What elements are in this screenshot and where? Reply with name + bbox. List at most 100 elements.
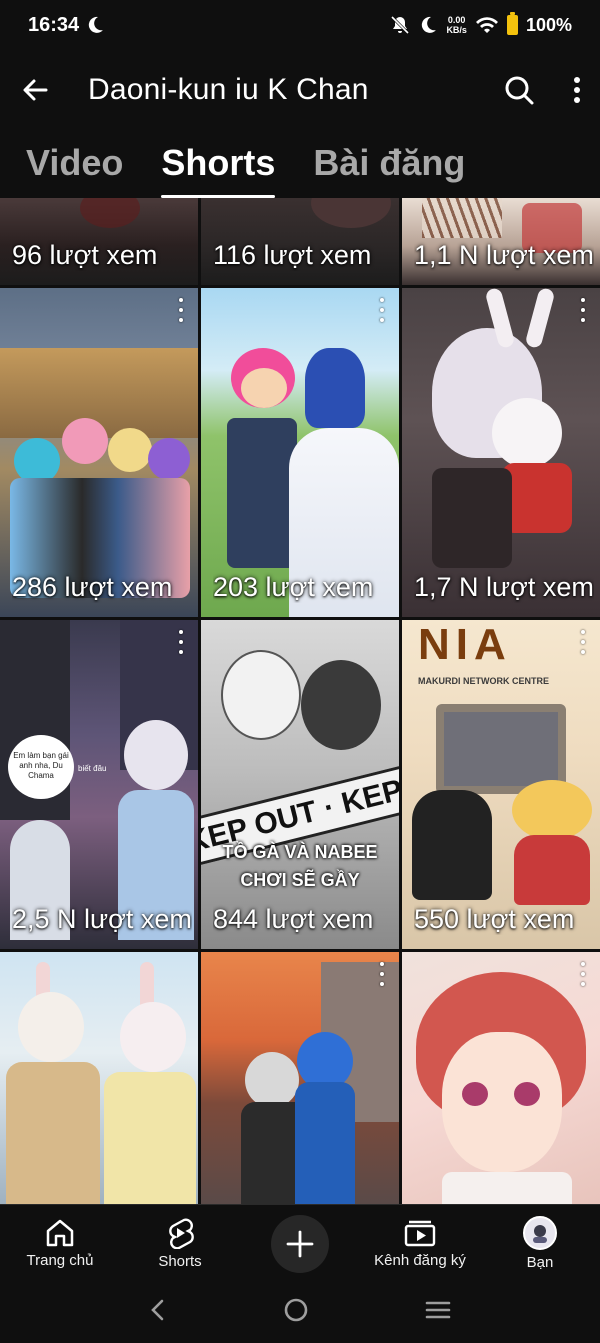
short-more-button[interactable] <box>178 630 184 654</box>
view-count: 203 lượt xem <box>213 572 374 602</box>
thumbnail-art <box>492 398 562 468</box>
more-vert-icon <box>574 77 580 103</box>
thumbnail-art <box>108 428 152 472</box>
network-speed: 0.00 KB/s <box>446 15 467 35</box>
nav-shorts[interactable]: Shorts <box>120 1205 240 1282</box>
view-count: 550 lượt xem <box>414 904 575 934</box>
home-icon <box>46 1219 74 1247</box>
tab-posts[interactable]: Bài đăng <box>313 130 465 198</box>
thumbnail-art <box>462 1082 488 1106</box>
thumbnail-art <box>221 650 301 740</box>
status-right: 0.00 KB/s 100% <box>390 12 572 36</box>
short-more-button[interactable] <box>178 298 184 322</box>
header-actions <box>502 73 582 107</box>
nav-you[interactable]: Bạn <box>480 1205 600 1282</box>
shorts-grid: 96 lượt xem 116 lượt xem 1,1 N lượt xem … <box>0 198 600 1204</box>
status-bar: 16:34 0.00 KB/s 100% <box>0 0 600 50</box>
moon-icon <box>88 16 104 33</box>
thumbnail-art <box>124 720 188 790</box>
thumbnail-art <box>295 1082 355 1204</box>
thumbnail-art <box>514 835 590 905</box>
subscriptions-icon <box>404 1220 436 1247</box>
shorts-icon <box>169 1218 194 1249</box>
search-icon <box>505 76 534 105</box>
avatar <box>523 1216 557 1250</box>
channel-title: Daoni-kun iu K Chan <box>88 73 369 106</box>
nav-home[interactable]: Trang chủ <box>0 1205 120 1282</box>
short-thumbnail[interactable]: 1,1 N lượt xem <box>402 198 600 285</box>
short-more-button[interactable] <box>379 298 385 322</box>
overlay-caption: CHƠI SẼ GẦY <box>240 870 360 890</box>
app-header: Daoni-kun iu K Chan <box>0 55 600 125</box>
system-recents-button[interactable] <box>424 1298 452 1327</box>
thumbnail-art <box>241 368 287 408</box>
plus-icon <box>286 1230 314 1257</box>
thumbnail-art <box>18 992 84 1062</box>
nav-subscriptions-label: Kênh đăng ký <box>374 1252 466 1269</box>
nav-you-label: Bạn <box>526 1254 554 1271</box>
short-thumbnail[interactable]: Em làm bạn gái anh nha, Du Chama biết đâ… <box>0 620 198 949</box>
channel-tabs: Video Shorts Bài đăng <box>0 130 600 200</box>
short-more-button[interactable] <box>580 630 586 654</box>
short-thumbnail[interactable]: NIA MAKURDI NETWORK CENTRE 550 lượt xem <box>402 620 600 949</box>
short-thumbnail[interactable] <box>201 952 399 1204</box>
battery-icon <box>506 12 518 35</box>
thumbnail-art <box>502 463 572 533</box>
thumbnail-art <box>524 288 556 350</box>
overlay-text: biết đâu <box>78 764 107 773</box>
circle-home-icon <box>284 1298 308 1322</box>
more-options-button[interactable] <box>572 75 582 105</box>
system-back-button[interactable] <box>148 1298 168 1327</box>
tab-video[interactable]: Video <box>26 130 123 198</box>
view-count: 1,7 N lượt xem <box>414 572 594 602</box>
thumbnail-art <box>442 1032 562 1172</box>
nav-home-label: Trang chủ <box>26 1252 94 1269</box>
thumbnail-art <box>227 418 297 568</box>
short-thumbnail[interactable]: 286 lượt xem <box>0 288 198 617</box>
nav-subscriptions[interactable]: Kênh đăng ký <box>360 1205 480 1282</box>
brand-text: MAKURDI NETWORK CENTRE <box>418 676 549 686</box>
thumbnail-art <box>6 1062 100 1204</box>
brand-logo: NIA <box>418 620 512 669</box>
overlay-caption: TỒ GÀ VÀ NABEE <box>222 842 378 862</box>
net-speed-value: 0.00 <box>447 15 466 25</box>
thumbnail-art <box>301 660 381 750</box>
moon-icon <box>422 16 437 33</box>
status-left: 16:34 <box>28 14 105 37</box>
short-more-button[interactable] <box>580 962 586 986</box>
thumbnail-art <box>104 1072 196 1204</box>
thumbnail-art <box>432 468 512 568</box>
battery-percent: 100% <box>525 14 572 35</box>
back-button[interactable] <box>18 73 52 107</box>
status-time: 16:34 <box>28 13 80 36</box>
nav-shorts-label: Shorts <box>158 1253 202 1270</box>
avatar-image-icon <box>533 1225 547 1243</box>
short-thumbnail[interactable]: 96 lượt xem <box>0 198 198 285</box>
arrow-left-icon <box>23 79 48 101</box>
view-count: 2,5 N lượt xem <box>12 904 192 934</box>
search-button[interactable] <box>502 73 536 107</box>
short-thumbnail[interactable]: 203 lượt xem <box>201 288 399 617</box>
short-thumbnail[interactable]: KEP OUT · KEP OUT TỒ GÀ VÀ NABEE CHƠI SẼ… <box>201 620 399 949</box>
short-thumbnail[interactable]: 1,7 N lượt xem <box>402 288 600 617</box>
thumbnail-art <box>120 1002 186 1072</box>
wifi-icon <box>475 17 498 33</box>
create-button[interactable] <box>271 1214 329 1273</box>
thumbnail-art <box>442 1172 572 1204</box>
thumbnail-art <box>412 790 492 900</box>
thumbnail-art <box>512 780 592 840</box>
thumbnail-art <box>305 348 365 428</box>
bottom-nav: Trang chủ Shorts Kênh đăng ký Bạn <box>0 1204 600 1282</box>
menu-lines-icon <box>426 1301 451 1319</box>
short-thumbnail[interactable] <box>0 952 198 1204</box>
thumbnail-art <box>514 1082 540 1106</box>
bell-off-icon <box>391 15 410 35</box>
system-home-button[interactable] <box>283 1297 309 1328</box>
short-thumbnail[interactable] <box>402 952 600 1204</box>
short-thumbnail[interactable]: 116 lượt xem <box>201 198 399 285</box>
nav-create[interactable] <box>240 1205 360 1282</box>
tab-shorts[interactable]: Shorts <box>161 130 276 198</box>
view-count: 96 lượt xem <box>12 240 158 270</box>
short-more-button[interactable] <box>379 962 385 986</box>
short-more-button[interactable] <box>580 298 586 322</box>
